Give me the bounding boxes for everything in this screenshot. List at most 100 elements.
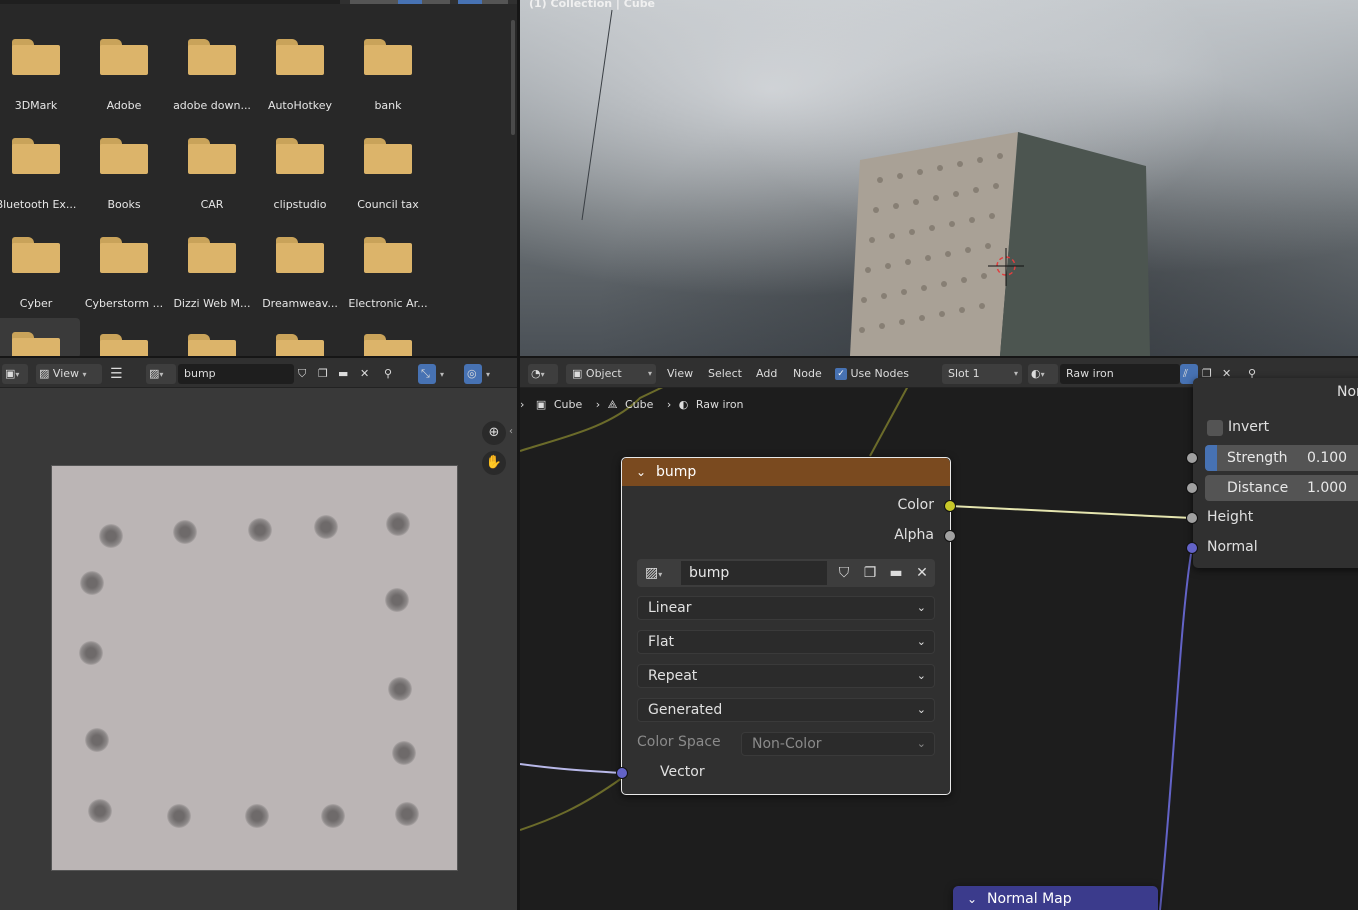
extension-dropdown[interactable]: Repeat ⌄	[637, 664, 935, 688]
folder-item[interactable]	[344, 332, 432, 356]
open-image-folder-icon[interactable]: ▬	[338, 364, 348, 384]
color-space-dropdown[interactable]: Non-Color ⌄	[741, 732, 935, 756]
folder-item[interactable]	[168, 332, 256, 356]
folder-item[interactable]: Dreamweav...	[256, 235, 344, 334]
path-field-edge[interactable]	[0, 0, 340, 4]
fake-user-shield-icon[interactable]: ⛉	[831, 561, 857, 585]
folder-item[interactable]	[80, 332, 168, 356]
distance-label: Distance	[1227, 480, 1289, 496]
shader-node-editor[interactable]: ◔▾ ▣ Object ▾ View Select Add Node ✓ Use …	[520, 358, 1358, 910]
material-name-field[interactable]: Raw iron	[1060, 364, 1180, 384]
open-image-folder-icon[interactable]: ▬	[883, 561, 909, 585]
image-name-field[interactable]: bump	[681, 561, 827, 585]
image-editor[interactable]: ▣▾ ▨ View ▾ ☰ ▨▾ bump ⛉ ❐ ▬ ✕ ⚲ ⤡ ▾ ◎ ▾ …	[0, 358, 517, 910]
invert-checkbox[interactable]	[1207, 420, 1223, 436]
normal-map-node[interactable]: ⌄ Normal Map	[953, 886, 1158, 910]
distance-field[interactable]: Distance 1.000	[1205, 475, 1358, 501]
strength-input-socket[interactable]	[1186, 452, 1198, 464]
folder-item[interactable]: AutoHotkey	[256, 37, 344, 136]
cube-side-face	[1000, 132, 1150, 356]
folder-icon	[276, 334, 324, 356]
sidebar-toggle-chevron-icon[interactable]: ‹	[509, 426, 513, 437]
breadcrumb-mesh: Cube	[624, 398, 654, 411]
pan-hand-icon[interactable]: ✋	[482, 451, 506, 475]
folder-item[interactable]: CAR	[168, 136, 256, 235]
hamburger-menu-icon[interactable]: ☰	[110, 364, 123, 384]
duplicate-image-icon[interactable]: ❐	[318, 364, 328, 384]
image-texture-node[interactable]: ⌄ bump Color Alpha ▨▾ bump ⛉ ❐ ▬ ✕ Linea…	[616, 457, 956, 795]
folder-item[interactable]: Council tax	[344, 136, 432, 235]
normal-input-socket[interactable]	[1186, 542, 1198, 554]
image-name-field[interactable]: bump	[178, 364, 294, 384]
object-icon: ▣	[535, 398, 547, 411]
menu-node[interactable]: Node	[793, 364, 822, 384]
chevron-down-icon[interactable]: ▾	[486, 364, 490, 384]
folder-label: clipstudio	[273, 198, 327, 211]
menu-select[interactable]: Select	[708, 364, 742, 384]
use-nodes-checkbox[interactable]: ✓ Use Nodes	[835, 364, 909, 384]
folder-label: adobe down...	[173, 99, 251, 112]
distance-input-socket[interactable]	[1186, 482, 1198, 494]
color-output-label: Color	[897, 497, 934, 513]
folder-item[interactable]: Bluetooth Ex...	[0, 136, 80, 235]
bump-image-canvas[interactable]	[51, 465, 458, 871]
viewport-scene	[581, 9, 1150, 356]
folder-item[interactable]: Adobe	[80, 37, 168, 136]
vertical-area-divider[interactable]	[517, 0, 520, 910]
folder-item[interactable]: Books	[80, 136, 168, 235]
zoom-in-icon[interactable]: ⊕	[482, 421, 506, 445]
folder-item[interactable]: 3DMark	[0, 37, 80, 136]
file-browser-scrollbar[interactable]	[511, 20, 515, 135]
interpolation-dropdown[interactable]: Linear ⌄	[637, 596, 935, 620]
chevron-down-icon: ▾	[647, 369, 652, 378]
folder-item[interactable]	[256, 332, 344, 356]
filter-buttons[interactable]	[458, 0, 508, 4]
folder-item[interactable]: Cyberstorm ...	[80, 235, 168, 334]
browse-image-button[interactable]: ▨▾	[639, 561, 679, 585]
folder-item[interactable]: bank	[344, 37, 432, 136]
source-dropdown[interactable]: Generated ⌄	[637, 698, 935, 722]
folder-item[interactable]	[0, 318, 80, 356]
uv-sync-button[interactable]: ⤡	[418, 364, 436, 384]
duplicate-image-icon[interactable]: ❐	[857, 561, 883, 585]
collapse-chevron-icon[interactable]: ⌄	[967, 886, 977, 910]
unlink-image-close-icon[interactable]: ✕	[360, 364, 369, 384]
color-output-socket[interactable]	[944, 500, 956, 512]
folder-icon	[12, 39, 60, 79]
bump-node[interactable]: Norma Invert Strength 0.100 Distance 1.0…	[1186, 378, 1358, 568]
pin-icon[interactable]: ⚲	[384, 364, 392, 384]
collapse-chevron-icon[interactable]: ⌄	[636, 458, 646, 486]
alpha-output-socket[interactable]	[944, 530, 956, 542]
editor-type-button[interactable]: ▣▾	[2, 364, 28, 384]
normal-map-header[interactable]: ⌄ Normal Map	[953, 886, 1158, 910]
projection-dropdown[interactable]: Flat ⌄	[637, 630, 935, 654]
menu-view[interactable]: View	[667, 364, 693, 384]
chevron-down-icon[interactable]: ▾	[440, 364, 444, 384]
unlink-image-close-icon[interactable]: ✕	[909, 561, 935, 585]
image-node-header[interactable]: ⌄ bump	[622, 458, 950, 486]
menu-add[interactable]: Add	[756, 364, 777, 384]
overlays-button[interactable]: ◎	[464, 364, 482, 384]
horizontal-area-divider[interactable]	[0, 356, 1358, 358]
view-mode-dropdown[interactable]: ▨ View ▾	[36, 364, 102, 384]
vector-input-socket[interactable]	[616, 767, 628, 779]
object-mode-dropdown[interactable]: ▣ Object ▾	[566, 364, 656, 384]
editor-type-button[interactable]: ◔▾	[528, 364, 558, 384]
height-input-socket[interactable]	[1186, 512, 1198, 524]
strength-field[interactable]: Strength 0.100	[1205, 445, 1358, 471]
file-browser: 3DMark Adobe adobe down... AutoHotkey bank Bl…	[0, 0, 517, 356]
image-browse-icon: ▨	[149, 367, 160, 380]
folder-item[interactable]: clipstudio	[256, 136, 344, 235]
browse-image-button[interactable]: ▨▾	[146, 364, 176, 384]
folder-item[interactable]: Electronic Ar...	[344, 235, 432, 334]
display-mode-buttons[interactable]	[350, 0, 450, 4]
folder-item[interactable]: Dizzi Web M...	[168, 235, 256, 334]
material-slot-dropdown[interactable]: Slot 1 ▾	[942, 364, 1022, 384]
bump-dot	[386, 512, 410, 536]
checkmark-icon: ✓	[835, 368, 847, 380]
fake-user-shield-icon[interactable]: ⛉	[298, 364, 306, 384]
3d-viewport[interactable]: (1) Collection | Cube	[520, 0, 1358, 356]
image-icon: ▨	[39, 367, 50, 380]
folder-item[interactable]: adobe down...	[168, 37, 256, 136]
browse-material-button[interactable]: ◐▾	[1028, 364, 1058, 384]
